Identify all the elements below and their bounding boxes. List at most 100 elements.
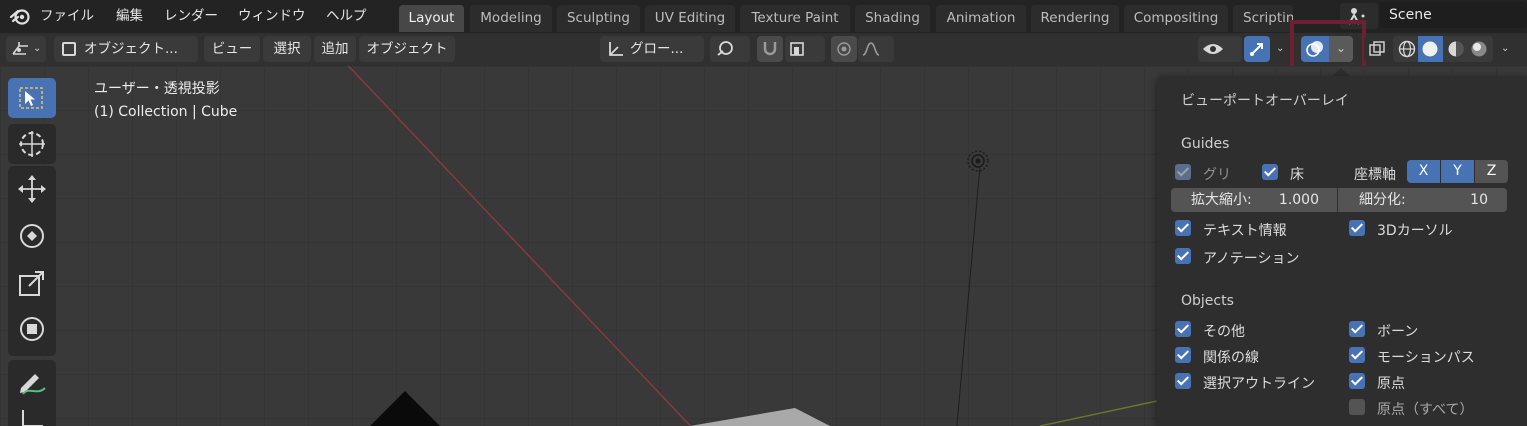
- rotate-icon[interactable]: [17, 221, 47, 251]
- menu-help[interactable]: ヘルプ: [322, 0, 371, 33]
- tab-compositing[interactable]: Compositing: [1124, 5, 1228, 32]
- tab-rendering[interactable]: Rendering: [1031, 5, 1119, 32]
- axis-z-toggle[interactable]: Z: [1475, 160, 1508, 183]
- scene-name-field[interactable]: Scene: [1380, 2, 1527, 28]
- tab-texture-paint[interactable]: Texture Paint: [740, 5, 850, 32]
- tab-sculpting[interactable]: Sculpting: [557, 5, 640, 32]
- proportional-editing-icon: [837, 42, 851, 56]
- relationship-lines-label: 関係の線: [1203, 350, 1259, 366]
- motion-paths-checkbox-box: [1349, 347, 1365, 363]
- xray-toggle-button[interactable]: [1364, 36, 1390, 62]
- grid-subdivisions-label: 細分化:: [1359, 192, 1406, 208]
- text-info-label: テキスト情報: [1203, 223, 1287, 239]
- snap-target-dropdown[interactable]: [785, 36, 825, 62]
- tab-animation[interactable]: Animation: [936, 5, 1026, 32]
- gizmo-icon: [1250, 43, 1263, 56]
- gizmo-dropdown[interactable]: ⌄: [1270, 36, 1292, 62]
- cursor-3d-checkbox-box: [1349, 220, 1365, 236]
- text-info-checkbox[interactable]: テキスト情報: [1175, 220, 1325, 240]
- tab-shading[interactable]: Shading: [855, 5, 930, 32]
- outline-selected-checkbox-box: [1175, 373, 1191, 389]
- outline-selected-label: 選択アウトライン: [1203, 376, 1315, 392]
- mode-dropdown[interactable]: オブジェクト...: [54, 36, 198, 62]
- annotate-icon[interactable]: [17, 366, 47, 396]
- pivot-point-icon: [717, 41, 733, 56]
- relationship-lines-checkbox[interactable]: 関係の線: [1175, 347, 1325, 367]
- outline-selected-checkbox[interactable]: 選択アウトライン: [1175, 373, 1345, 393]
- xray-icon: [1369, 41, 1385, 56]
- measure-icon[interactable]: [17, 408, 47, 426]
- collection-info-label: (1) Collection | Cube: [94, 104, 238, 120]
- camera-line: [956, 165, 981, 426]
- move-icon[interactable]: [17, 174, 47, 204]
- annotate-tool-group: [8, 360, 56, 426]
- shading-dropdown[interactable]: ⌄: [1495, 36, 1517, 62]
- axis-y-toggle[interactable]: Y: [1441, 160, 1474, 183]
- extras-checkbox[interactable]: その他: [1175, 321, 1325, 341]
- scale-icon[interactable]: [17, 268, 47, 298]
- floor-checkbox[interactable]: 床: [1262, 164, 1342, 184]
- origins-all-checkbox[interactable]: 原点（すべて）: [1349, 399, 1509, 419]
- blender-logo-icon[interactable]: [9, 6, 31, 26]
- axis-x-toggle[interactable]: X: [1407, 160, 1440, 183]
- grid-checkbox[interactable]: グリ: [1175, 164, 1265, 184]
- rendered-shading-icon[interactable]: [1470, 40, 1488, 58]
- motion-paths-checkbox[interactable]: モーションパス: [1349, 347, 1509, 367]
- visibility-dropdown[interactable]: [1198, 36, 1242, 62]
- transform-orientation-dropdown[interactable]: グロー...: [600, 36, 704, 62]
- text-info-checkbox-box: [1175, 220, 1191, 236]
- tab-scripting[interactable]: Scripting: [1233, 5, 1293, 32]
- grid-scale-label: 拡大縮小:: [1191, 192, 1252, 208]
- menu-edit[interactable]: 編集: [112, 0, 147, 33]
- add-menu[interactable]: 追加: [314, 36, 356, 62]
- x-axis-line: [347, 66, 692, 426]
- grid-checkbox-box: [1175, 164, 1191, 180]
- proportional-editing-button[interactable]: [831, 36, 857, 62]
- solid-shading-button[interactable]: [1418, 36, 1443, 62]
- editor-type-button[interactable]: ⌄: [6, 36, 46, 62]
- origins-checkbox[interactable]: 原点: [1349, 373, 1499, 393]
- proportional-falloff-dropdown[interactable]: [858, 36, 894, 62]
- extras-label: その他: [1203, 324, 1245, 340]
- gizmo-toggle-button[interactable]: [1244, 36, 1270, 62]
- annotations-checkbox[interactable]: アノテーション: [1175, 248, 1325, 268]
- grid-subdivisions-value: 10: [1470, 192, 1488, 208]
- annotations-checkbox-box: [1175, 248, 1191, 264]
- pivot-point-dropdown[interactable]: [710, 36, 750, 62]
- material-preview-icon[interactable]: [1447, 40, 1465, 58]
- origins-all-label: 原点（すべて）: [1377, 402, 1474, 418]
- tab-uv-editing[interactable]: UV Editing: [645, 5, 735, 32]
- menu-window[interactable]: ウィンドウ: [234, 0, 310, 33]
- annotations-label: アノテーション: [1203, 251, 1300, 267]
- origins-checkbox-box: [1349, 373, 1365, 389]
- menu-file[interactable]: ファイル: [36, 0, 98, 33]
- light-object: [967, 150, 989, 172]
- view-menu[interactable]: ビュー: [204, 36, 260, 62]
- bones-checkbox[interactable]: ボーン: [1349, 321, 1499, 341]
- select-menu[interactable]: 選択: [263, 36, 311, 62]
- wireframe-shading-icon[interactable]: [1398, 40, 1416, 58]
- cursor-3d-label: 3Dカーソル: [1377, 223, 1453, 239]
- viewport-overlays-popover: ビューポートオーバーレイ Guides グリ 床 座標軸 X Y Z 拡大縮小:…: [1157, 76, 1527, 426]
- camera-object: [370, 391, 440, 426]
- transform-icon[interactable]: [17, 314, 47, 344]
- tab-layout[interactable]: Layout: [399, 5, 464, 32]
- grid-checkbox-label: グリ: [1203, 167, 1231, 183]
- object-menu[interactable]: オブジェクト: [359, 36, 455, 62]
- cursor-3d-checkbox[interactable]: 3Dカーソル: [1349, 220, 1499, 240]
- grid-scale-field[interactable]: 拡大縮小: 1.000: [1171, 188, 1337, 212]
- transform-tool-group: [8, 166, 56, 356]
- grid-subdivisions-field[interactable]: 細分化: 10: [1338, 188, 1507, 212]
- chevron-down-icon: ⌄: [33, 43, 42, 54]
- transform-orientation-label: グロー...: [630, 41, 684, 57]
- snap-toggle-button[interactable]: [757, 36, 783, 62]
- tab-modeling[interactable]: Modeling: [470, 5, 552, 32]
- y-axis-line: [1039, 400, 1158, 426]
- snap-increment-icon: [790, 42, 804, 56]
- shading-mode-group: [1393, 36, 1493, 62]
- select-box-tool[interactable]: [8, 78, 56, 118]
- menu-render[interactable]: レンダー: [160, 0, 222, 33]
- origins-all-checkbox-box: [1349, 399, 1365, 415]
- grid-scale-value: 1.000: [1278, 192, 1319, 208]
- cursor-tool[interactable]: [8, 124, 56, 164]
